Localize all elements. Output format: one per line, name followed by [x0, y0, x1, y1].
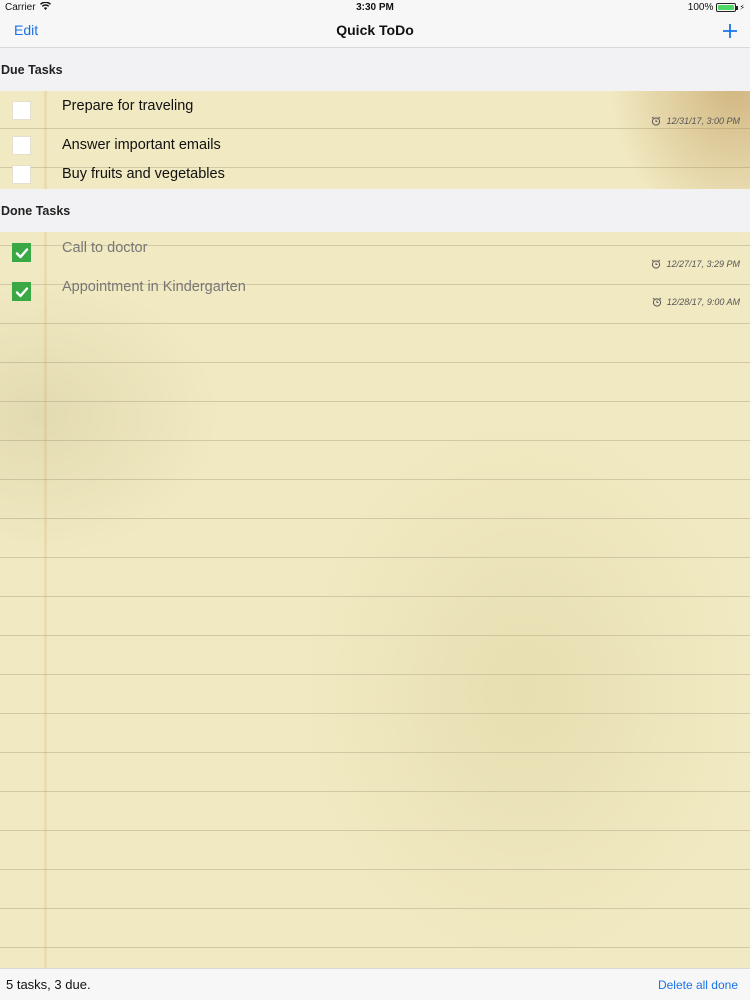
task-title: Appointment in Kindergarten: [62, 279, 246, 295]
delete-all-done-button[interactable]: Delete all done: [658, 978, 738, 992]
status-right: 100% ⚡: [688, 2, 745, 13]
alarm-clock-icon: [652, 259, 661, 269]
charging-icon: ⚡: [739, 3, 745, 12]
bottom-toolbar: 5 tasks, 3 due. Delete all done: [0, 968, 750, 1000]
task-title: Call to doctor: [62, 240, 148, 256]
task-row[interactable]: Prepare for traveling 12/31/17, 3:00 PM: [0, 91, 750, 130]
add-task-button[interactable]: [722, 16, 738, 46]
task-due-date: 12/28/17, 9:00 AM: [652, 297, 740, 307]
task-checkbox[interactable]: [12, 165, 31, 184]
battery-icon: [716, 3, 739, 12]
alarm-clock-icon: [652, 116, 661, 126]
checkmark-icon: [15, 287, 29, 298]
status-time: 3:30 PM: [356, 2, 394, 13]
task-title: Buy fruits and vegetables: [62, 166, 225, 182]
page-title: Quick ToDo: [336, 22, 414, 38]
task-due-text: 12/27/17, 3:29 PM: [666, 259, 740, 269]
task-due-date: 12/31/17, 3:00 PM: [651, 116, 740, 126]
battery-percent: 100%: [687, 2, 714, 13]
section-header-done: Done Tasks: [0, 189, 750, 232]
battery-fill: [718, 5, 735, 10]
checkmark-icon: [15, 248, 29, 259]
task-checkbox-checked[interactable]: [12, 282, 31, 301]
task-row[interactable]: Appointment in Kindergarten 12/28/17, 9:…: [0, 272, 750, 312]
alarm-clock-icon: [652, 297, 662, 307]
task-row[interactable]: Answer important emails: [0, 130, 750, 159]
task-row[interactable]: Call to doctor 12/27/17, 3:29 PM: [0, 232, 750, 272]
nav-bar: Edit Quick ToDo: [0, 14, 750, 48]
task-summary: 5 tasks, 3 due.: [6, 977, 91, 992]
task-checkbox[interactable]: [12, 101, 31, 120]
task-due-text: 12/31/17, 3:00 PM: [666, 116, 740, 126]
task-due-text: 12/28/17, 9:00 AM: [666, 297, 740, 307]
task-title: Answer important emails: [62, 137, 221, 153]
task-checkbox[interactable]: [12, 136, 31, 155]
task-checkbox-checked[interactable]: [12, 243, 31, 262]
task-row[interactable]: Buy fruits and vegetables: [0, 159, 750, 189]
task-due-date: 12/27/17, 3:29 PM: [651, 259, 740, 269]
plus-icon: [723, 24, 737, 38]
task-title: Prepare for traveling: [62, 98, 194, 114]
section-header-due: Due Tasks: [0, 48, 750, 91]
status-bar: Carrier 3:30 PM 100% ⚡: [0, 0, 750, 14]
